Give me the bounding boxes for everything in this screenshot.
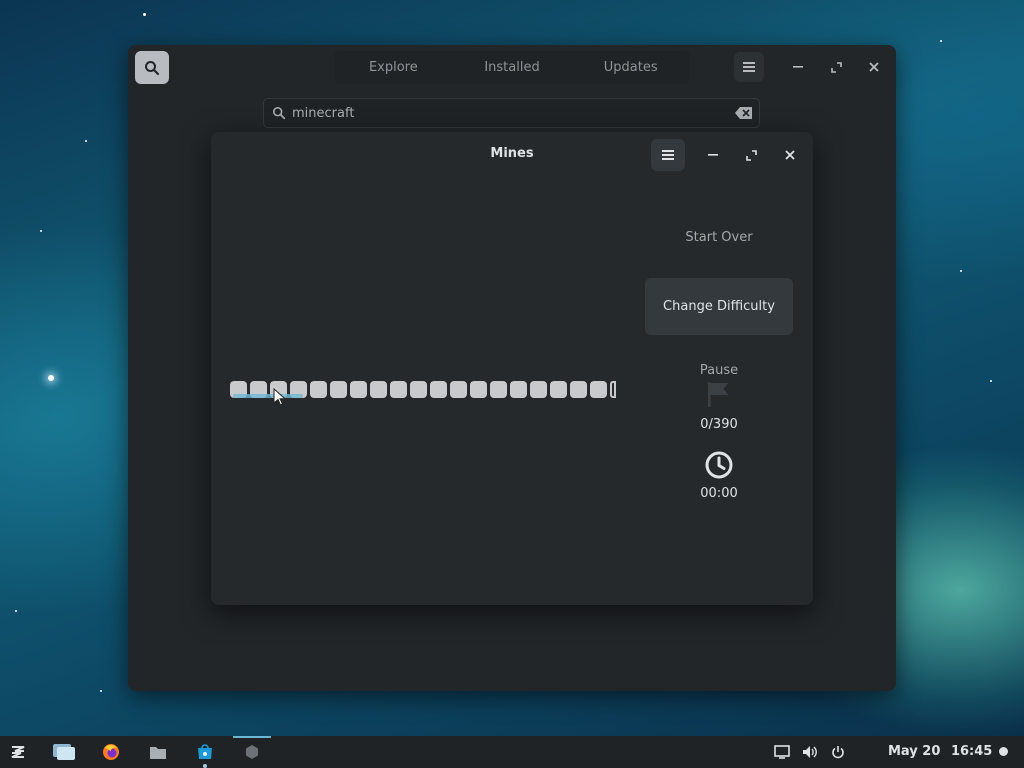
zorin-menu-button[interactable] (0, 736, 36, 768)
software-maximize-button[interactable] (821, 52, 851, 82)
mine-cell[interactable] (550, 381, 567, 398)
firefox-button[interactable] (93, 736, 129, 768)
menu-icon (743, 62, 755, 72)
tab-updates[interactable]: Updates (571, 51, 690, 84)
date-label: May 20 (888, 744, 941, 759)
maximize-icon (830, 61, 842, 73)
flag-icon (708, 382, 729, 407)
workspaces-button[interactable] (46, 736, 82, 768)
close-icon (785, 150, 795, 160)
mines-app-icon (246, 745, 258, 759)
mine-cell[interactable] (530, 381, 547, 398)
power-button[interactable] (820, 736, 856, 768)
search-toggle-button[interactable] (135, 51, 169, 84)
star (143, 13, 146, 16)
mines-minimize-button[interactable] (698, 140, 728, 170)
search-icon (272, 106, 286, 120)
pause-button[interactable]: Pause (645, 363, 793, 378)
maximize-icon (745, 149, 757, 161)
clock[interactable]: May 20 16:45 (888, 736, 992, 768)
view-tabs: Explore Installed Updates (334, 51, 690, 84)
close-icon (869, 62, 879, 72)
software-store-icon (198, 744, 212, 759)
mine-cell[interactable] (350, 381, 367, 398)
flag-counter: 0/390 (700, 417, 738, 432)
star (15, 610, 17, 612)
mine-cell[interactable] (310, 381, 327, 398)
active-app-indicator (233, 736, 271, 738)
mines-menu-button[interactable] (651, 139, 685, 171)
mine-cell[interactable] (470, 381, 487, 398)
software-minimize-button[interactable] (783, 52, 813, 82)
star (40, 230, 42, 232)
star (48, 375, 54, 381)
mine-cell[interactable] (410, 381, 427, 398)
mine-cell[interactable] (390, 381, 407, 398)
mines-taskbar-button[interactable] (234, 736, 270, 768)
mouse-pointer-icon (273, 388, 285, 406)
mine-cell[interactable] (450, 381, 467, 398)
tab-explore[interactable]: Explore (334, 51, 453, 84)
software-search-bar (263, 98, 760, 128)
search-icon (145, 60, 160, 75)
power-icon (832, 746, 844, 759)
mines-maximize-button[interactable] (736, 140, 766, 170)
tab-installed[interactable]: Installed (453, 51, 572, 84)
menu-icon (662, 150, 674, 160)
mine-cell[interactable] (430, 381, 447, 398)
notification-icon[interactable] (999, 747, 1008, 756)
mine-cell[interactable] (370, 381, 387, 398)
mine-cell[interactable] (330, 381, 347, 398)
taskbar: May 20 16:45 (0, 736, 1024, 768)
clock-icon (705, 451, 733, 479)
star (960, 270, 962, 272)
board-highlight (233, 394, 303, 398)
software-search-input[interactable] (292, 105, 712, 121)
volume-icon (803, 746, 817, 758)
star (990, 380, 992, 382)
mine-cell[interactable] (490, 381, 507, 398)
elapsed-timer: 00:00 (700, 486, 738, 501)
clear-icon[interactable] (735, 106, 753, 120)
mine-cell[interactable] (570, 381, 587, 398)
mines-close-button[interactable] (775, 140, 805, 170)
software-menu-button[interactable] (734, 52, 764, 82)
star (85, 140, 87, 142)
mine-cell[interactable] (590, 381, 607, 398)
firefox-icon (103, 744, 119, 760)
star (100, 690, 102, 692)
minimize-icon (708, 154, 718, 156)
zorin-menu-icon (11, 746, 25, 758)
display-icon (774, 745, 790, 759)
software-close-button[interactable] (859, 52, 889, 82)
files-icon (150, 747, 166, 759)
workspaces-icon (53, 744, 75, 760)
files-button[interactable] (140, 736, 176, 768)
start-over-button[interactable]: Start Over (645, 230, 793, 245)
change-difficulty-button[interactable]: Change Difficulty (645, 278, 793, 335)
mines-window: Mines Start Over Change Difficulty Pause… (211, 132, 813, 605)
running-indicator (203, 764, 207, 768)
star (940, 40, 942, 42)
minimize-icon (793, 66, 803, 68)
mine-cell[interactable] (510, 381, 527, 398)
time-label: 16:45 (950, 744, 993, 759)
mine-cell[interactable] (610, 381, 616, 398)
